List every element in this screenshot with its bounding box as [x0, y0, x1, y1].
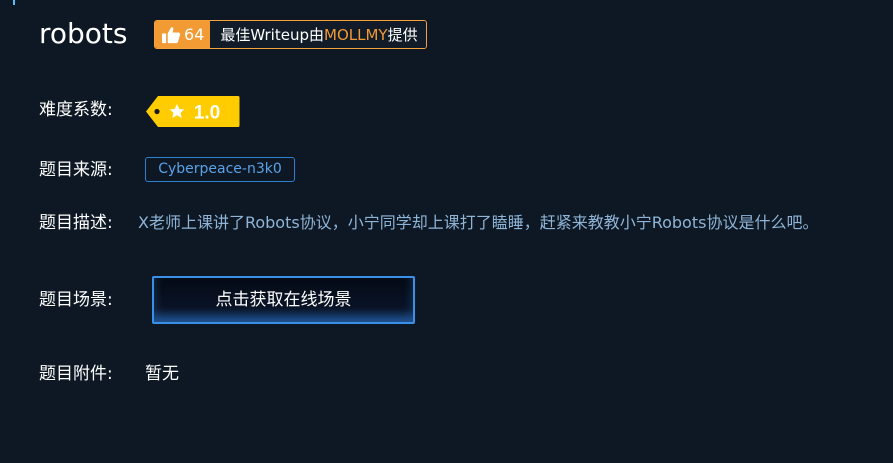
- like-count: 64: [184, 25, 205, 44]
- difficulty-value: 1.0: [194, 103, 220, 124]
- description-label: 题目描述:: [39, 213, 113, 233]
- description-text: X老师上课讲了Robots协议，小宁同学却上课打了瞌睡，赶紧来教教小宁Robot…: [138, 213, 819, 232]
- challenge-detail-panel: robots 64 最佳Writeup由 MOLLMY 提供 难度系数: 1.0 题…: [0, 0, 893, 463]
- source-tag[interactable]: Cyberpeace-n3k0: [145, 157, 295, 182]
- best-writeup-link[interactable]: 最佳Writeup由 MOLLMY 提供: [210, 21, 426, 48]
- difficulty-tag: 1.0: [146, 96, 240, 127]
- attachment-label: 题目附件:: [39, 364, 113, 384]
- writeup-suffix: 提供: [387, 26, 418, 44]
- challenge-title: robots: [39, 17, 128, 50]
- get-online-scene-button[interactable]: 点击获取在线场景: [152, 276, 415, 324]
- source-label: 题目来源:: [39, 160, 113, 180]
- like-writeup-badge[interactable]: 64 最佳Writeup由 MOLLMY 提供: [154, 20, 427, 49]
- writeup-prefix: 最佳Writeup由: [220, 26, 324, 44]
- attachment-value: 暂无: [145, 364, 179, 384]
- like-button[interactable]: 64: [155, 21, 211, 48]
- accent-line: [13, 0, 15, 5]
- scene-label: 题目场景:: [39, 290, 113, 310]
- thumbs-up-icon: [162, 26, 181, 43]
- difficulty-label: 难度系数:: [39, 100, 113, 120]
- writeup-author[interactable]: MOLLMY: [324, 26, 388, 44]
